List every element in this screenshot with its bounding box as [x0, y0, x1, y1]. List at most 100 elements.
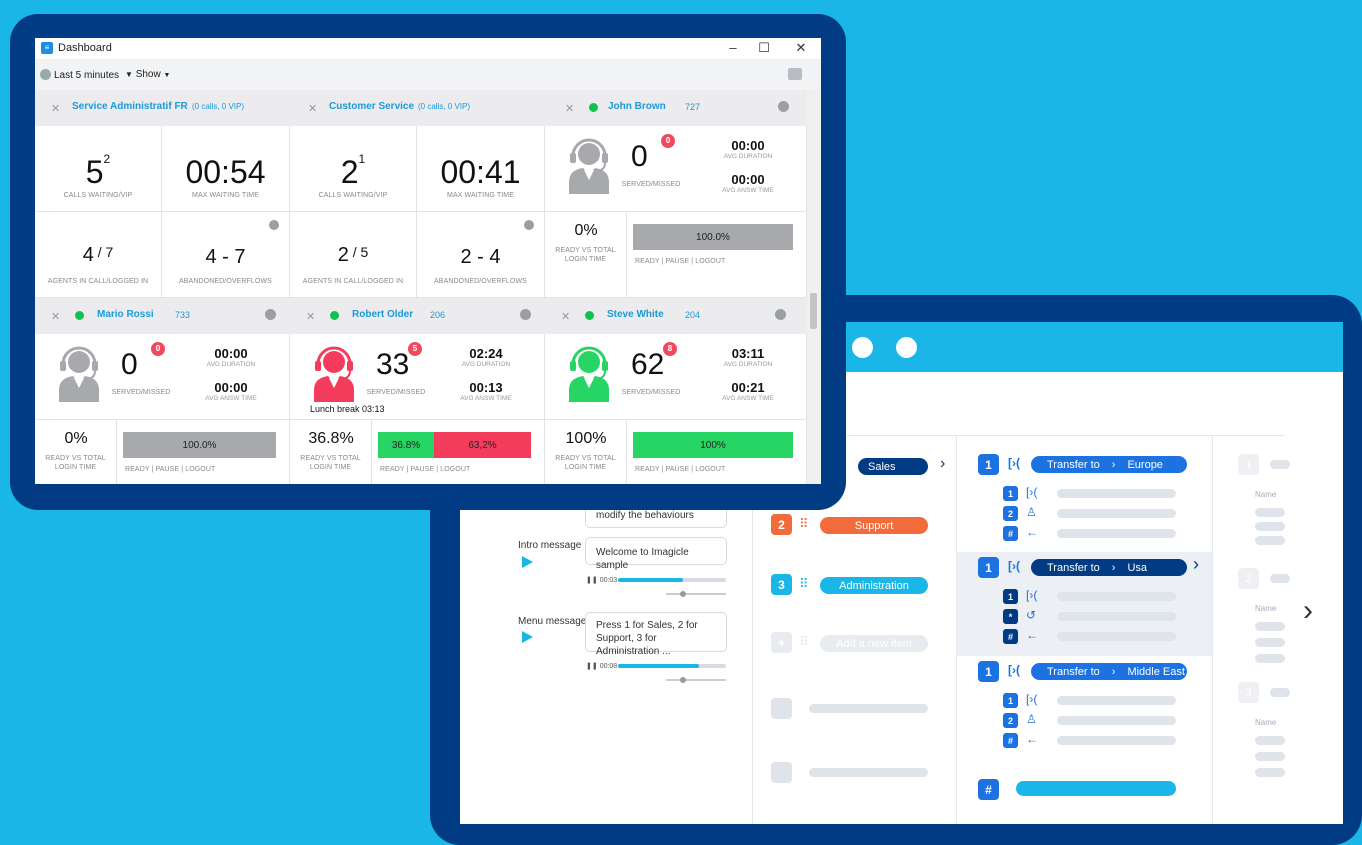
menu-item-label: Add a new item [836, 637, 912, 650]
time-range-dropdown[interactable]: Last 5 minutes [40, 69, 119, 81]
remove-icon[interactable]: ✕ [51, 310, 60, 323]
placeholder-line [1255, 522, 1285, 531]
menu-item-sales[interactable]: Sales [858, 458, 928, 475]
status-bar-segment: 100.0% [123, 432, 276, 458]
placeholder-badge [771, 698, 792, 719]
dashboard-grid: ✕ Service Administratif FR (0 calls, 0 V… [35, 90, 807, 484]
placeholder-line [1057, 529, 1176, 538]
window-titlebar: ≡ Dashboard – ☐ ✕ [35, 38, 821, 60]
menu-item-administration[interactable]: Administration [820, 577, 928, 594]
transfer-key-badge: 1 [978, 557, 999, 578]
show-label: Show [135, 69, 161, 80]
chevron-right-icon: › [1111, 458, 1116, 471]
metric-label: READY | PAUSE | LOGOUT [380, 466, 471, 473]
window-dot-icon[interactable] [852, 337, 873, 358]
calls-waiting-value: 52 [35, 152, 161, 191]
abandoned-cell: 4 - 7 ABANDONED/OVERFLOWS [162, 212, 290, 298]
served-count: 33 [376, 348, 410, 381]
agent-name[interactable]: Robert Older [352, 309, 413, 320]
metric-label: READY | PAUSE | LOGOUT [125, 466, 216, 473]
sub-key-badge: # [1003, 629, 1018, 644]
ready-pct-value: 36.8% [308, 430, 354, 447]
agent-name[interactable]: Steve White [607, 309, 664, 320]
transfer-pill[interactable]: Transfer to › Middle East [1031, 663, 1187, 680]
clock-icon[interactable] [269, 220, 279, 230]
menu-message-box[interactable]: Press 1 for Sales, 2 for Support, 3 for … [585, 612, 727, 657]
calls-waiting-cell: 21 CALLS WAITING/VIP [290, 126, 417, 212]
transfer-key-badge: 1 [978, 661, 999, 682]
minimize-icon[interactable]: – [723, 40, 743, 55]
agent-name[interactable]: John Brown [608, 101, 666, 112]
placeholder-line [809, 768, 928, 777]
metric-label: SERVED/MISSED [111, 389, 171, 396]
clock-icon[interactable] [265, 309, 276, 320]
calls-waiting-cell: 52 CALLS WAITING/VIP [35, 126, 162, 212]
metric-label: AGENTS IN CALL/LOGGED IN [47, 278, 149, 285]
max-wait-cell: 00:41 MAX WAITING TIME [417, 126, 545, 212]
vertical-scrollbar[interactable] [807, 90, 821, 484]
remove-icon[interactable]: ✕ [308, 102, 317, 115]
playback-progress[interactable] [618, 578, 726, 582]
scroll-thumb[interactable] [810, 293, 817, 329]
add-item-button[interactable]: Add a new item [820, 635, 928, 652]
logged-in: 5 [360, 244, 369, 260]
volume-slider[interactable] [666, 591, 726, 597]
volume-slider[interactable] [666, 677, 726, 683]
playback-time: ❚❚ 00:08 [586, 663, 618, 670]
placeholder-line [1270, 688, 1290, 697]
layout-icon[interactable] [788, 68, 802, 80]
status-bar-cell: 36.8% 63,2% READY | PAUSE | LOGOUT [372, 420, 545, 484]
remove-icon[interactable]: ✕ [561, 310, 570, 323]
remove-icon[interactable]: ✕ [306, 310, 315, 323]
clock-icon[interactable] [775, 309, 786, 320]
intro-message-box[interactable]: Welcome to Imagicle sample [585, 537, 727, 571]
placeholder-line [1255, 768, 1285, 777]
transfer-icon: [›( [1026, 485, 1038, 499]
menu-item-support[interactable]: Support [820, 517, 928, 534]
add-item-badge[interactable]: + [771, 632, 792, 653]
close-icon[interactable]: ✕ [791, 40, 811, 56]
status-bar-segment: 63,2% [434, 432, 531, 458]
play-icon[interactable] [522, 631, 533, 643]
agent-stats-cell: 0 0 SERVED/MISSED 00:00 AVG DURATION 00:0… [545, 126, 807, 212]
placeholder-line [1255, 736, 1285, 745]
agent-stats-cell: 0 0 SERVED/MISSED 00:00 AVG DURATION 00:0… [35, 334, 290, 420]
playback-progress[interactable] [618, 664, 726, 668]
time-text: 00:08 [599, 663, 618, 670]
sub-key-badge: 2 [1003, 713, 1018, 728]
message-text: modify the behaviours [596, 510, 694, 521]
window-dot-icon[interactable] [896, 337, 917, 358]
agent-ext: 727 [685, 102, 701, 112]
transfer-icon: [›( [1026, 588, 1038, 602]
queue-name[interactable]: Service Administratif FR [72, 101, 188, 112]
metric-label: CALLS WAITING/VIP [318, 192, 388, 199]
transfer-pill[interactable]: Transfer to › Europe [1031, 456, 1187, 473]
right-badge: 2 [1238, 568, 1259, 589]
remove-icon[interactable]: ✕ [51, 102, 60, 115]
show-dropdown[interactable]: ▼ Show ▼ [125, 69, 170, 80]
agent-name[interactable]: Mario Rossi [97, 309, 154, 320]
metric-label: AVG DURATION [723, 153, 773, 160]
hash-action-pill[interactable] [1016, 781, 1176, 796]
bar-label: 100% [700, 439, 726, 451]
chevron-right-icon[interactable]: › [1303, 594, 1313, 628]
chevron-right-icon[interactable]: › [940, 455, 945, 473]
maximize-icon[interactable]: ☐ [754, 40, 774, 56]
menu-item-label: Administration [839, 579, 909, 592]
remove-icon[interactable]: ✕ [565, 102, 574, 115]
metric-label: SERVED/MISSED [621, 389, 681, 396]
transfer-pill[interactable]: Transfer to › Usa [1031, 559, 1187, 576]
clock-icon[interactable] [778, 101, 789, 112]
chevron-right-icon[interactable]: › [1193, 554, 1199, 575]
placeholder-line [1255, 638, 1285, 647]
clock-icon[interactable] [524, 220, 534, 230]
play-icon[interactable] [522, 556, 533, 568]
metric-label: AVG ANSW TIME [722, 187, 774, 194]
clock-icon[interactable] [520, 309, 531, 320]
metric-label: SERVED/MISSED [366, 389, 426, 396]
keypad-icon: ⠿ [799, 516, 808, 531]
placeholder-line [1057, 612, 1176, 621]
queue-name[interactable]: Customer Service [329, 101, 414, 112]
metric-label: AVG ANSW TIME [722, 395, 774, 402]
dashboard-toolbar: Last 5 minutes ▼ Show ▼ [35, 60, 821, 90]
